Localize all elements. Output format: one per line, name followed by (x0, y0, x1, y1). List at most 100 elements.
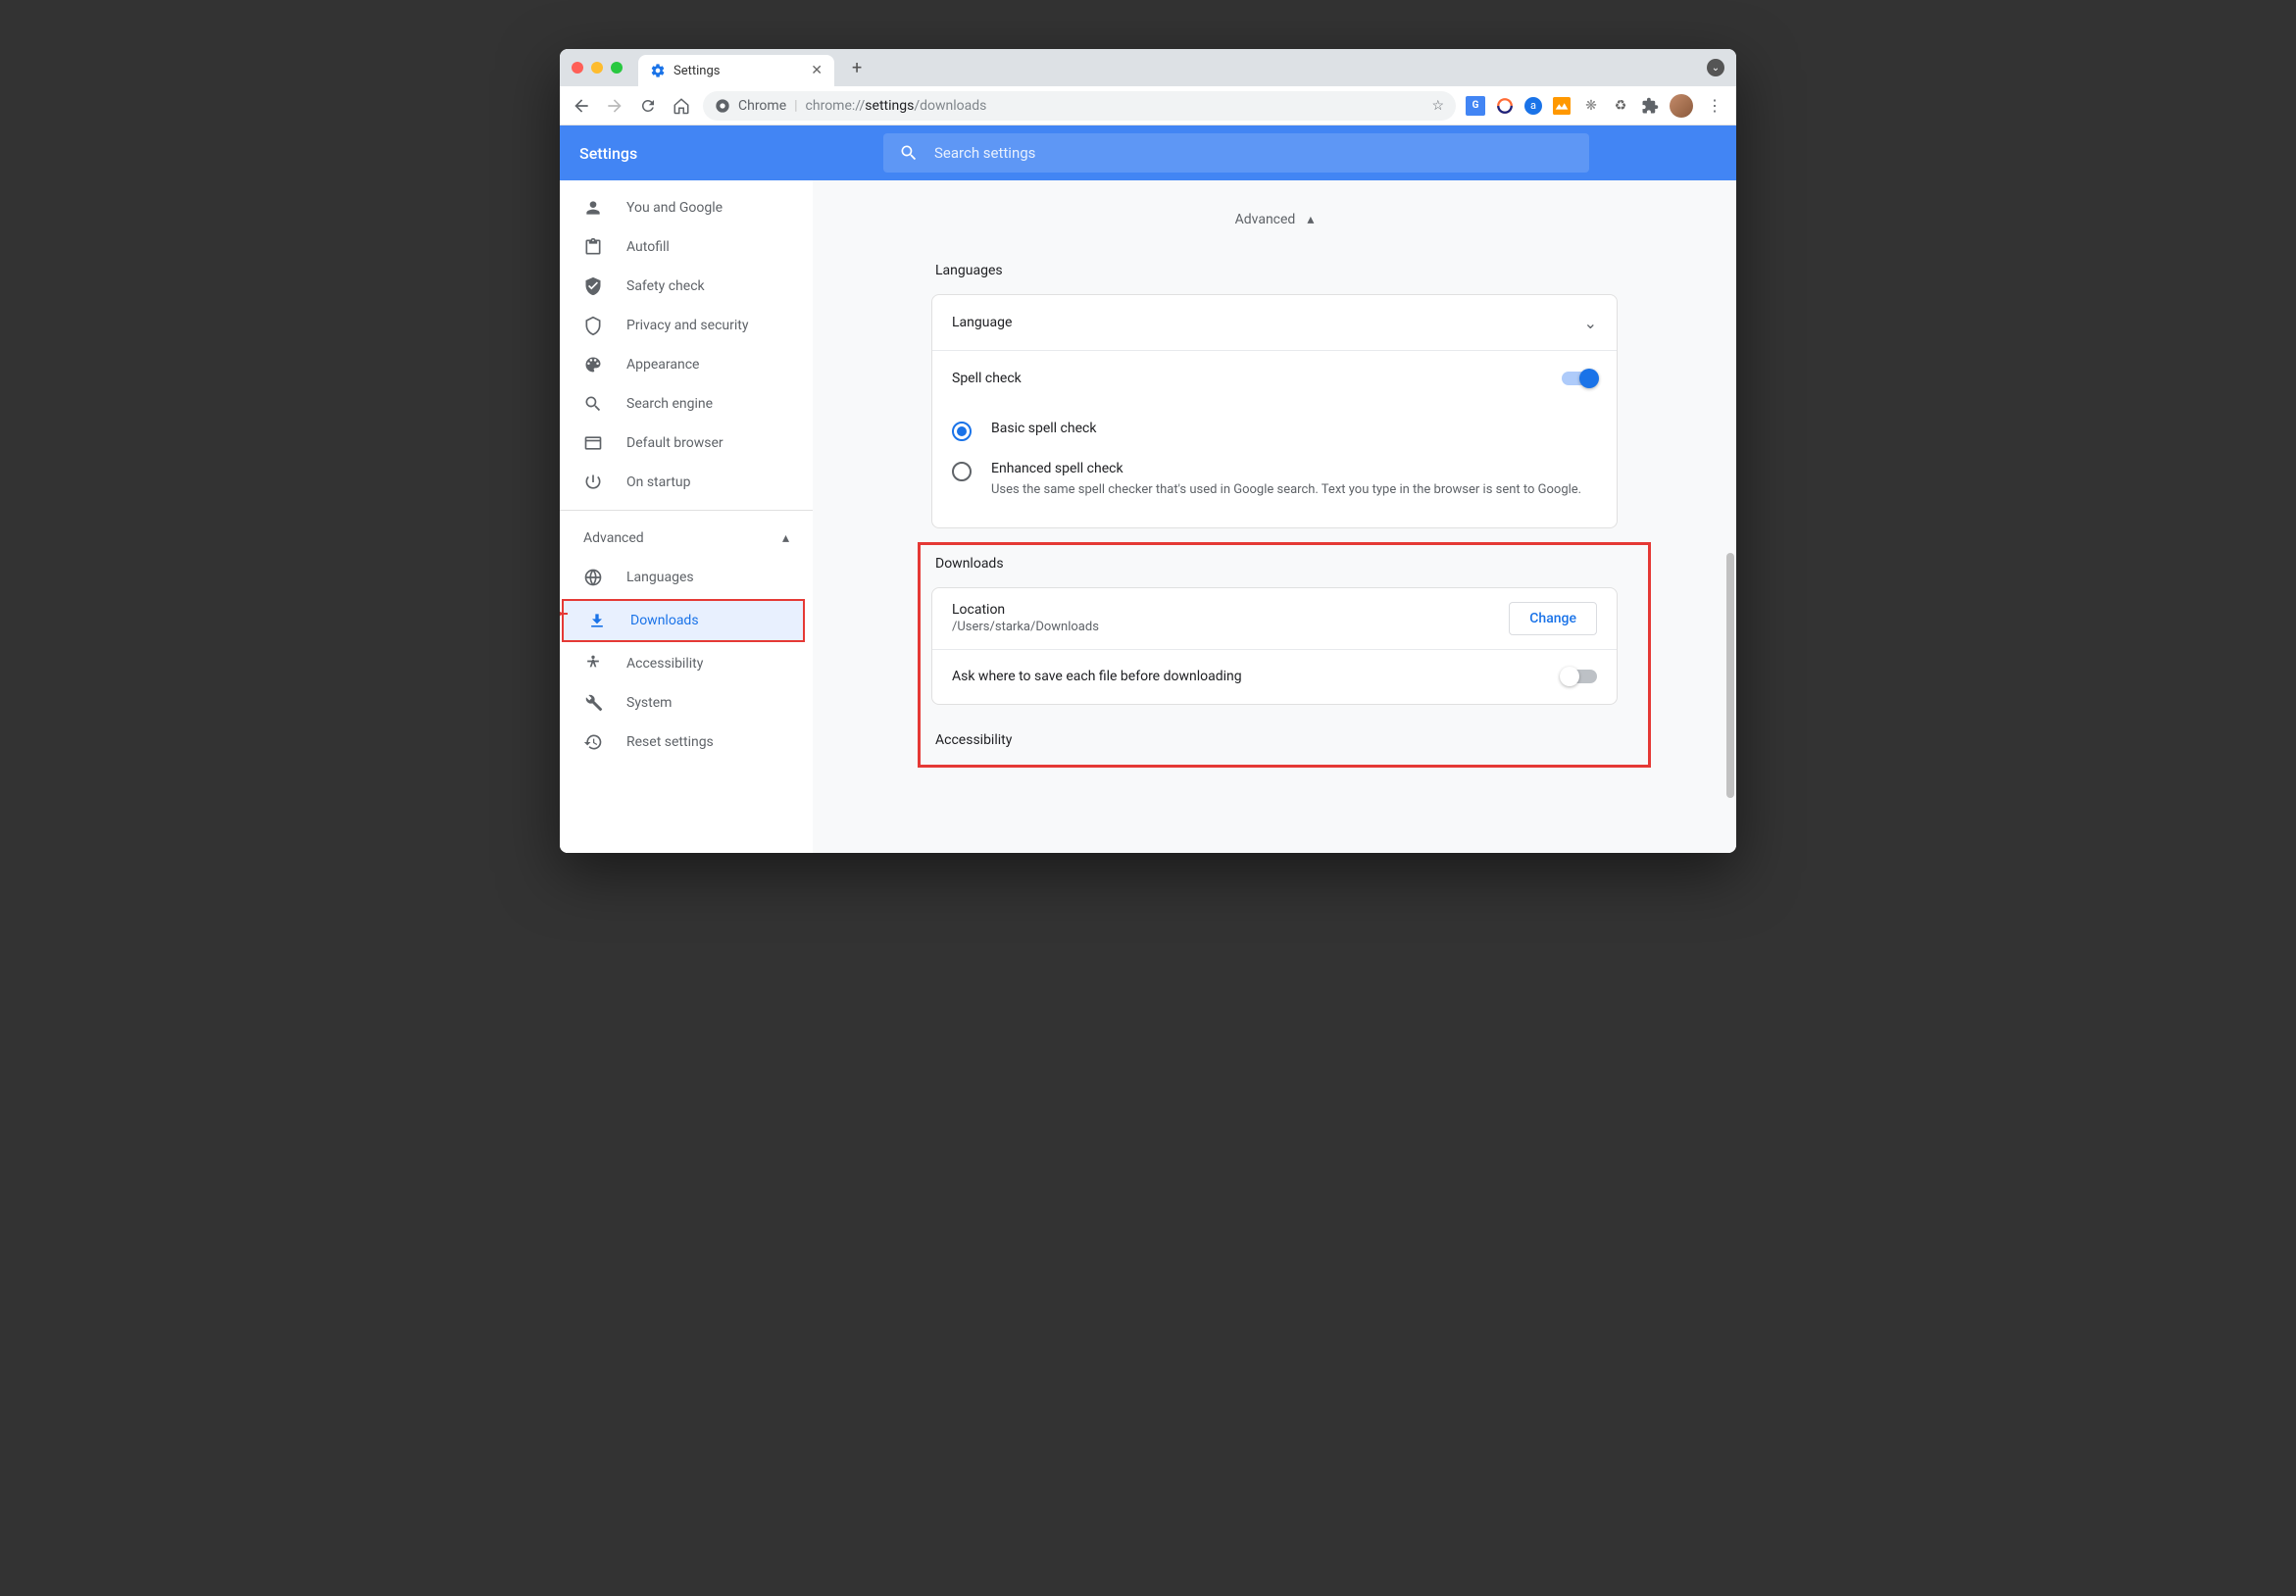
content-area: You and Google Autofill Safety check Pri… (560, 180, 1736, 853)
language-row-label: Language (952, 315, 1012, 330)
new-tab-button[interactable]: + (852, 58, 862, 78)
sidebar-item-reset[interactable]: Reset settings (560, 723, 813, 762)
extension-icons: G a ❋ ♻ ⋮ (1466, 94, 1726, 118)
extension-similarweb-icon[interactable] (1495, 96, 1515, 116)
maximize-window-button[interactable] (611, 62, 623, 74)
sidebar-item-label: You and Google (626, 200, 723, 216)
ask-where-toggle[interactable] (1562, 670, 1597, 683)
profile-avatar[interactable] (1670, 94, 1693, 118)
section-title-downloads: Downloads (935, 556, 1618, 572)
accessibility-icon (583, 654, 603, 673)
search-icon (583, 394, 603, 414)
search-input[interactable] (934, 144, 1573, 162)
sidebar: You and Google Autofill Safety check Pri… (560, 180, 813, 853)
browser-tab[interactable]: Settings ✕ (638, 55, 834, 86)
download-icon (587, 611, 607, 630)
extension-icon-3[interactable]: a (1524, 97, 1542, 115)
sidebar-item-on-startup[interactable]: On startup (560, 463, 813, 502)
sidebar-item-system[interactable]: System (560, 683, 813, 723)
globe-icon (583, 568, 603, 587)
menu-button[interactable]: ⋮ (1703, 94, 1726, 118)
advanced-section-header[interactable]: Advanced▴ (931, 200, 1618, 251)
sidebar-advanced-toggle[interactable]: Advanced▴ (560, 519, 813, 558)
sidebar-item-languages[interactable]: Languages (560, 558, 813, 597)
download-location-row: Location /Users/starka/Downloads Change (932, 588, 1617, 649)
radio-enhanced[interactable] (952, 462, 972, 481)
extension-icon-6[interactable]: ♻ (1611, 96, 1630, 116)
power-icon (583, 473, 603, 492)
titlebar-right: ⌄ (1707, 59, 1724, 76)
radio-basic-label: Basic spell check (991, 421, 1096, 436)
extension-icon-4[interactable] (1552, 96, 1572, 116)
chevron-down-icon[interactable]: ⌄ (1707, 59, 1724, 76)
sidebar-item-search-engine[interactable]: Search engine (560, 384, 813, 424)
radio-basic[interactable] (952, 422, 972, 441)
reload-button[interactable] (636, 94, 660, 118)
extension-icon-5[interactable]: ❋ (1581, 96, 1601, 116)
chrome-icon (715, 98, 730, 114)
shield-check-icon (583, 276, 603, 296)
clipboard-icon (583, 237, 603, 257)
close-window-button[interactable] (572, 62, 583, 74)
location-value: /Users/starka/Downloads (952, 620, 1099, 634)
change-location-button[interactable]: Change (1509, 602, 1597, 635)
chevron-up-icon: ▴ (1307, 212, 1314, 227)
sidebar-item-label: Default browser (626, 435, 724, 451)
languages-card: Language ⌄ Spell check Basic spell check (931, 294, 1618, 528)
downloads-card: Location /Users/starka/Downloads Change … (931, 587, 1618, 705)
sidebar-item-autofill[interactable]: Autofill (560, 227, 813, 267)
scrollbar-thumb[interactable] (1726, 553, 1734, 798)
chevron-down-icon: ⌄ (1584, 314, 1597, 332)
sidebar-divider (560, 510, 813, 511)
search-icon (899, 143, 919, 163)
sidebar-item-downloads[interactable]: Downloads (564, 601, 803, 640)
sidebar-item-label: On startup (626, 474, 691, 490)
main-panel: Advanced▴ Languages Language ⌄ Spell che… (813, 180, 1736, 853)
spellcheck-radio-group: Basic spell check Enhanced spell check U… (932, 405, 1617, 527)
sidebar-item-label: System (626, 695, 672, 711)
scrollbar[interactable] (1726, 180, 1734, 853)
sidebar-item-appearance[interactable]: Appearance (560, 345, 813, 384)
sidebar-item-label: Appearance (626, 357, 699, 373)
annotation-highlight-sidebar: Downloads (562, 599, 805, 642)
sidebar-item-you-and-google[interactable]: You and Google (560, 188, 813, 227)
radio-enhanced-row[interactable]: Enhanced spell check Uses the same spell… (952, 451, 1597, 510)
sidebar-item-label: Languages (626, 570, 694, 585)
ask-where-label: Ask where to save each file before downl… (952, 669, 1242, 684)
sidebar-item-label: Autofill (626, 239, 670, 255)
sidebar-item-label: Accessibility (626, 656, 703, 672)
search-settings-box[interactable] (883, 133, 1589, 173)
titlebar: Settings ✕ + ⌄ (560, 49, 1736, 86)
home-button[interactable] (670, 94, 693, 118)
section-title-accessibility: Accessibility (935, 732, 1618, 748)
page-title: Settings (579, 144, 864, 163)
extensions-menu-icon[interactable] (1640, 96, 1660, 116)
sidebar-item-accessibility[interactable]: Accessibility (560, 644, 813, 683)
toolbar: Chrome | chrome://settings/downloads ☆ G… (560, 86, 1736, 125)
browser-window: Settings ✕ + ⌄ Chrome | chrome://setting… (560, 49, 1736, 853)
sidebar-item-safety-check[interactable]: Safety check (560, 267, 813, 306)
omnibox-scheme-label: Chrome (738, 98, 786, 114)
wrench-icon (583, 693, 603, 713)
omnibox-url: chrome://settings/downloads (806, 98, 987, 114)
palette-icon (583, 355, 603, 374)
language-row[interactable]: Language ⌄ (932, 295, 1617, 350)
spellcheck-row: Spell check (932, 350, 1617, 405)
restore-icon (583, 732, 603, 752)
window-controls (572, 62, 623, 74)
close-tab-button[interactable]: ✕ (811, 63, 823, 78)
bookmark-star-icon[interactable]: ☆ (1431, 98, 1444, 114)
address-bar[interactable]: Chrome | chrome://settings/downloads ☆ (703, 91, 1456, 121)
radio-enhanced-desc: Uses the same spell checker that's used … (991, 480, 1581, 500)
back-button[interactable] (570, 94, 593, 118)
sidebar-item-label: Safety check (626, 278, 705, 294)
minimize-window-button[interactable] (591, 62, 603, 74)
spellcheck-toggle[interactable] (1562, 372, 1597, 385)
sidebar-item-default-browser[interactable]: Default browser (560, 424, 813, 463)
extension-translate-icon[interactable]: G (1466, 96, 1485, 116)
radio-basic-row[interactable]: Basic spell check (952, 411, 1597, 451)
sidebar-item-privacy[interactable]: Privacy and security (560, 306, 813, 345)
omnibox-separator: | (794, 98, 797, 114)
gear-icon (650, 63, 666, 78)
forward-button[interactable] (603, 94, 626, 118)
